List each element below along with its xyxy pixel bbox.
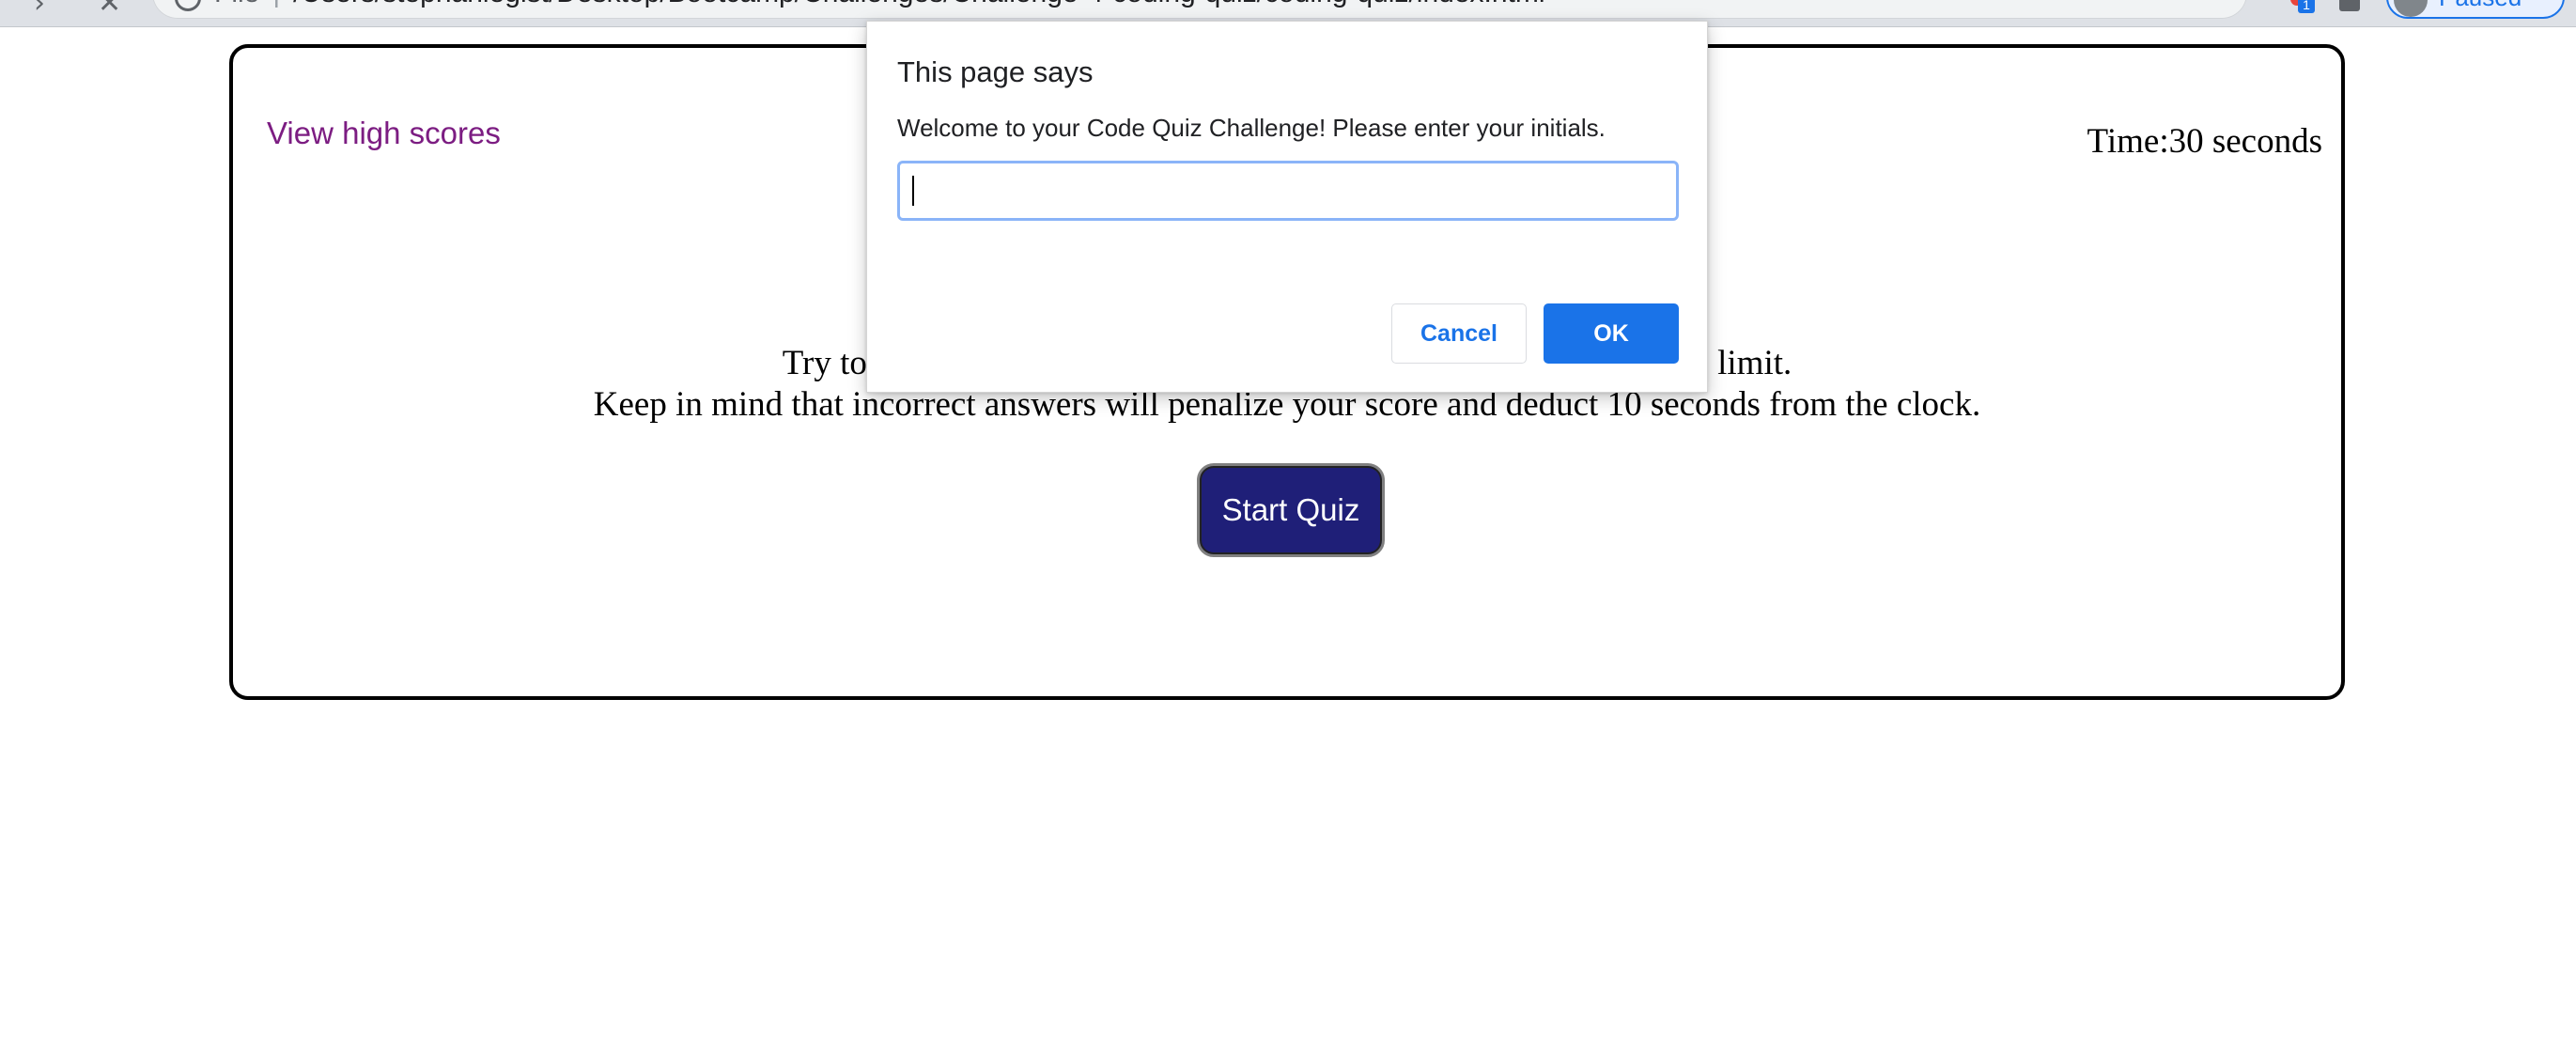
view-high-scores-link[interactable]: View high scores xyxy=(267,116,501,151)
profile-label: Paused xyxy=(2439,0,2522,12)
start-quiz-button[interactable]: Start Quiz xyxy=(1197,463,1385,557)
dialog-title: This page says xyxy=(897,55,1094,88)
extension-icon[interactable]: 1 xyxy=(2289,0,2315,17)
info-icon[interactable] xyxy=(175,0,201,11)
address-bar[interactable]: File|/Users/stephaniegist/Desktop/Bootca… xyxy=(152,0,2247,19)
initials-input[interactable] xyxy=(897,161,1679,221)
star-icon[interactable]: ☆ xyxy=(2203,0,2228,7)
ok-button[interactable]: OK xyxy=(1544,303,1679,364)
profile-button[interactable]: Paused xyxy=(2386,0,2565,19)
url-scheme: File xyxy=(214,0,259,8)
arrow-left-icon[interactable]: › xyxy=(34,0,45,20)
avatar xyxy=(2394,0,2428,17)
extension-badge: 1 xyxy=(2298,0,2315,13)
dialog-message: Welcome to your Code Quiz Challenge! Ple… xyxy=(897,114,1606,142)
cancel-button[interactable]: Cancel xyxy=(1391,303,1527,364)
text-caret xyxy=(912,176,914,206)
close-icon[interactable]: ✕ xyxy=(98,0,121,20)
prompt-dialog: This page says Welcome to your Code Quiz… xyxy=(866,21,1708,393)
puzzle-icon[interactable] xyxy=(2339,0,2360,11)
timer: Time:30 seconds xyxy=(2087,122,2322,161)
url-text: File|/Users/stephaniegist/Desktop/Bootca… xyxy=(214,0,1545,9)
url-path: /Users/stephaniegist/Desktop/Bootcamp/Ch… xyxy=(293,0,1544,8)
